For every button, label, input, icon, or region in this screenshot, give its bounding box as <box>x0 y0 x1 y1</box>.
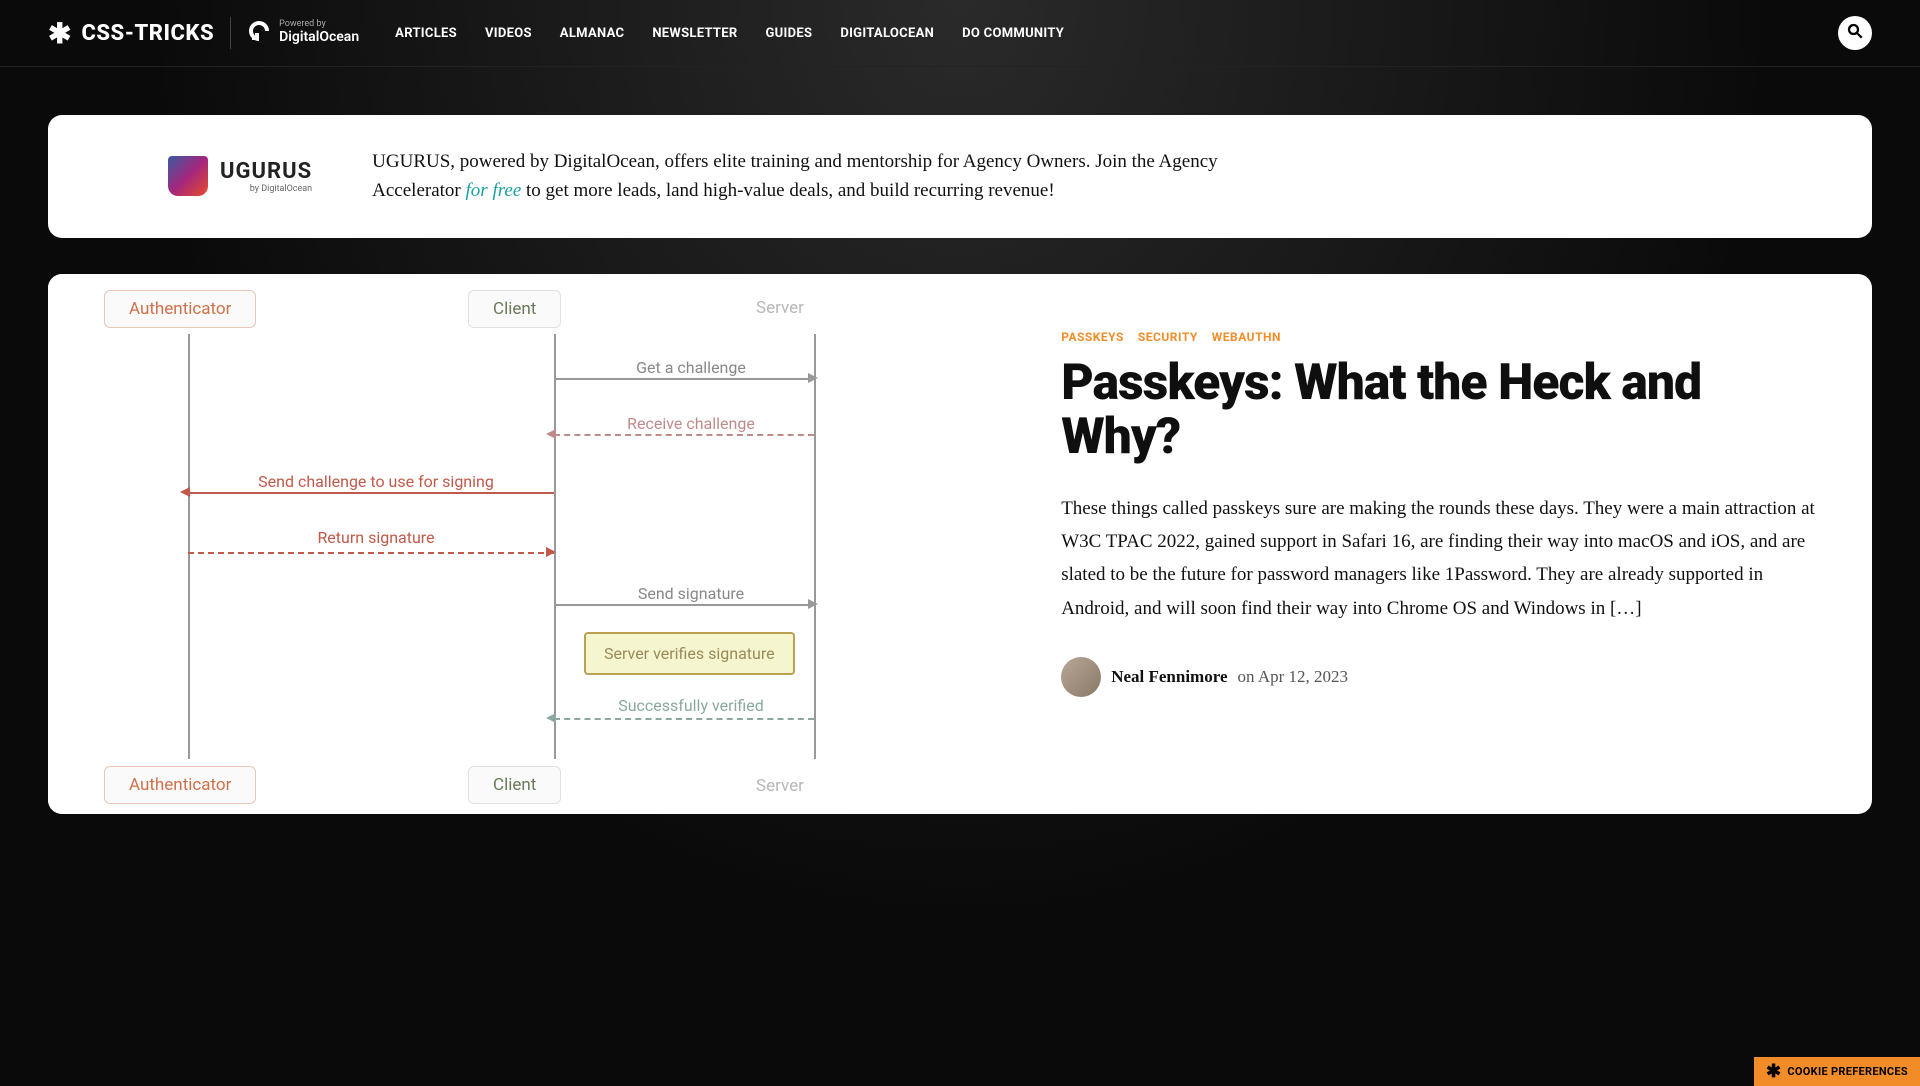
msg-send-signature: Send signature <box>568 584 814 603</box>
ugurus-name: UGURUS <box>220 159 312 184</box>
nav-articles[interactable]: ARTICLES <box>395 26 457 41</box>
lane-server-top: Server <box>732 290 828 326</box>
lifeline-authenticator <box>188 334 190 759</box>
article-tags: PASSKEYS SECURITY WEBAUTHN <box>1061 330 1824 344</box>
nav-almanac[interactable]: ALMANAC <box>560 26 625 41</box>
msg-return-signature: Return signature <box>198 528 554 547</box>
arrowhead-icon <box>808 599 818 609</box>
lane-client-bottom: Client <box>468 766 561 804</box>
lane-authenticator-bottom: Authenticator <box>104 766 256 804</box>
nav-digitalocean[interactable]: DIGITALOCEAN <box>840 26 934 41</box>
main-nav: ARTICLES VIDEOS ALMANAC NEWSLETTER GUIDE… <box>395 26 1064 41</box>
cookie-preferences-button[interactable]: ✱ COOKIE PREFERENCES <box>1754 1057 1920 1086</box>
lane-authenticator-top: Authenticator <box>104 290 256 328</box>
tag-webauthn[interactable]: WEBAUTHN <box>1212 330 1281 344</box>
msg-server-verifies: Server verifies signature <box>584 632 795 675</box>
promo-banner[interactable]: UGURUS by DigitalOcean UGURUS, powered b… <box>48 115 1872 238</box>
brand-name: CSS-TRICKS <box>81 21 214 46</box>
digitalocean-logo[interactable]: Powered by DigitalOcean <box>247 19 359 47</box>
promo-copy: UGURUS, powered by DigitalOcean, offers … <box>372 147 1292 206</box>
search-icon <box>1846 22 1864 44</box>
nav-guides[interactable]: GUIDES <box>766 26 813 41</box>
brand-group[interactable]: ✱ CSS-TRICKS <box>48 17 214 50</box>
arrowhead-icon <box>546 547 556 557</box>
powered-by-name: DigitalOcean <box>279 30 359 45</box>
msg-successfully-verified: Successfully verified <box>568 696 814 715</box>
asterisk-icon: ✱ <box>48 17 71 50</box>
article-title[interactable]: Passkeys: What the Heck and Why? <box>1061 356 1824 464</box>
cookie-preferences-label: COOKIE PREFERENCES <box>1787 1065 1908 1078</box>
arrow-return-signature <box>188 552 554 554</box>
ugurus-byline: by DigitalOcean <box>250 184 312 194</box>
nav-do-community[interactable]: DO COMMUNITY <box>962 26 1064 41</box>
promo-for-free-link[interactable]: for free <box>466 180 522 201</box>
arrow-get-challenge <box>554 378 814 380</box>
arrow-receive-challenge <box>554 434 814 436</box>
author-date: on Apr 12, 2023 <box>1238 667 1349 687</box>
arrow-send-challenge <box>188 492 554 494</box>
nav-newsletter[interactable]: NEWSLETTER <box>652 26 737 41</box>
article-diagram: Authenticator Client Server Get a challe… <box>48 274 1051 814</box>
arrowhead-icon <box>546 713 556 723</box>
arrowhead-icon <box>546 429 556 439</box>
tag-passkeys[interactable]: PASSKEYS <box>1061 330 1124 344</box>
digitalocean-icon <box>247 19 271 47</box>
arrowhead-icon <box>180 487 190 497</box>
ugurus-icon <box>168 156 208 196</box>
search-button[interactable] <box>1838 16 1872 50</box>
tag-security[interactable]: SECURITY <box>1138 330 1198 344</box>
arrow-successfully-verified <box>554 718 814 720</box>
author-avatar[interactable] <box>1061 657 1101 697</box>
article-card: Authenticator Client Server Get a challe… <box>48 274 1872 814</box>
arrowhead-icon <box>808 373 818 383</box>
article-excerpt: These things called passkeys sure are ma… <box>1061 492 1824 625</box>
msg-receive-challenge: Receive challenge <box>568 414 814 433</box>
arrow-send-signature <box>554 604 814 606</box>
asterisk-icon: ✱ <box>1766 1067 1781 1076</box>
lane-client-top: Client <box>468 290 561 328</box>
ugurus-logo: UGURUS by DigitalOcean <box>88 156 312 196</box>
msg-send-challenge: Send challenge to use for signing <box>198 472 554 491</box>
msg-get-challenge: Get a challenge <box>568 358 814 377</box>
lane-server-bottom: Server <box>732 768 828 804</box>
article-content: PASSKEYS SECURITY WEBAUTHN Passkeys: Wha… <box>1051 274 1872 814</box>
nav-videos[interactable]: VIDEOS <box>485 26 532 41</box>
site-header: ✱ CSS-TRICKS Powered by DigitalOcean ART… <box>0 0 1920 67</box>
author-row: Neal Fennimore on Apr 12, 2023 <box>1061 657 1824 697</box>
divider <box>230 17 231 49</box>
author-name[interactable]: Neal Fennimore <box>1111 667 1227 687</box>
promo-text-after: to get more leads, land high-value deals… <box>521 180 1054 201</box>
lifeline-server <box>814 334 816 759</box>
